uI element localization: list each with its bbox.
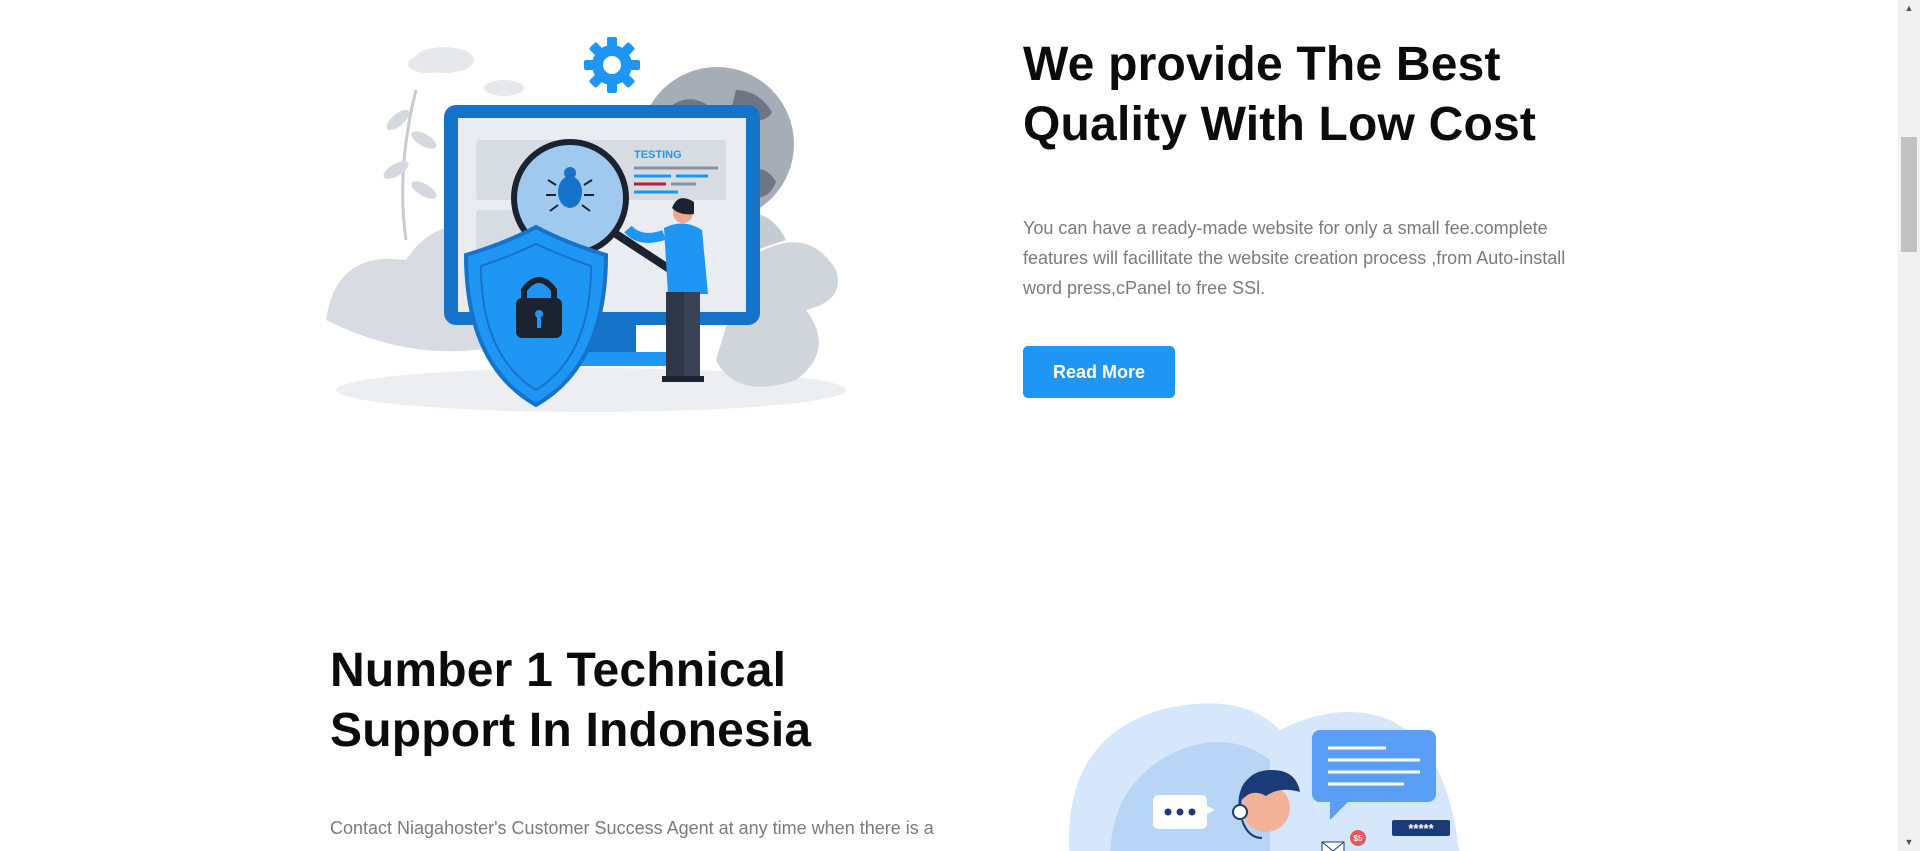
section2-heading: Number 1 Technical Support In Indonesia (330, 641, 950, 761)
scroll-up-arrow-icon[interactable]: ▲ (1898, 0, 1920, 17)
scroll-down-arrow-icon[interactable]: ▼ (1898, 834, 1920, 851)
testing-label: TESTING (634, 149, 682, 161)
password-mask: ***** (1408, 821, 1434, 836)
support-illustration: $5 ***** (1069, 703, 1460, 851)
section1-text: We provide The Best Quality With Low Cos… (1023, 35, 1583, 398)
section2-text: Number 1 Technical Support In Indonesia … (330, 641, 950, 843)
price-badge: $5 (1354, 834, 1363, 843)
section1-heading: We provide The Best Quality With Low Cos… (1023, 35, 1583, 155)
gear-icon (584, 37, 640, 93)
section2-heading-line1: Number 1 Technical (330, 644, 787, 697)
section1-paragraph: You can have a ready-made website for on… (1023, 218, 1566, 298)
section1-heading-line1: We provide The Best (1023, 38, 1501, 91)
read-more-button[interactable]: Read More (1023, 346, 1175, 398)
scroll-thumb[interactable] (1901, 137, 1917, 252)
vertical-scrollbar[interactable]: ▲ ▼ (1898, 0, 1920, 851)
testing-illustration: TESTING (326, 37, 846, 412)
page: TESTING We provide The Best Quality With… (0, 0, 1898, 851)
section1-heading-line2: Quality With Low Cost (1023, 98, 1537, 151)
section2-heading-line2: Support In Indonesia (330, 704, 812, 757)
section2-paragraph: Contact Niagahoster's Customer Success A… (330, 818, 934, 838)
